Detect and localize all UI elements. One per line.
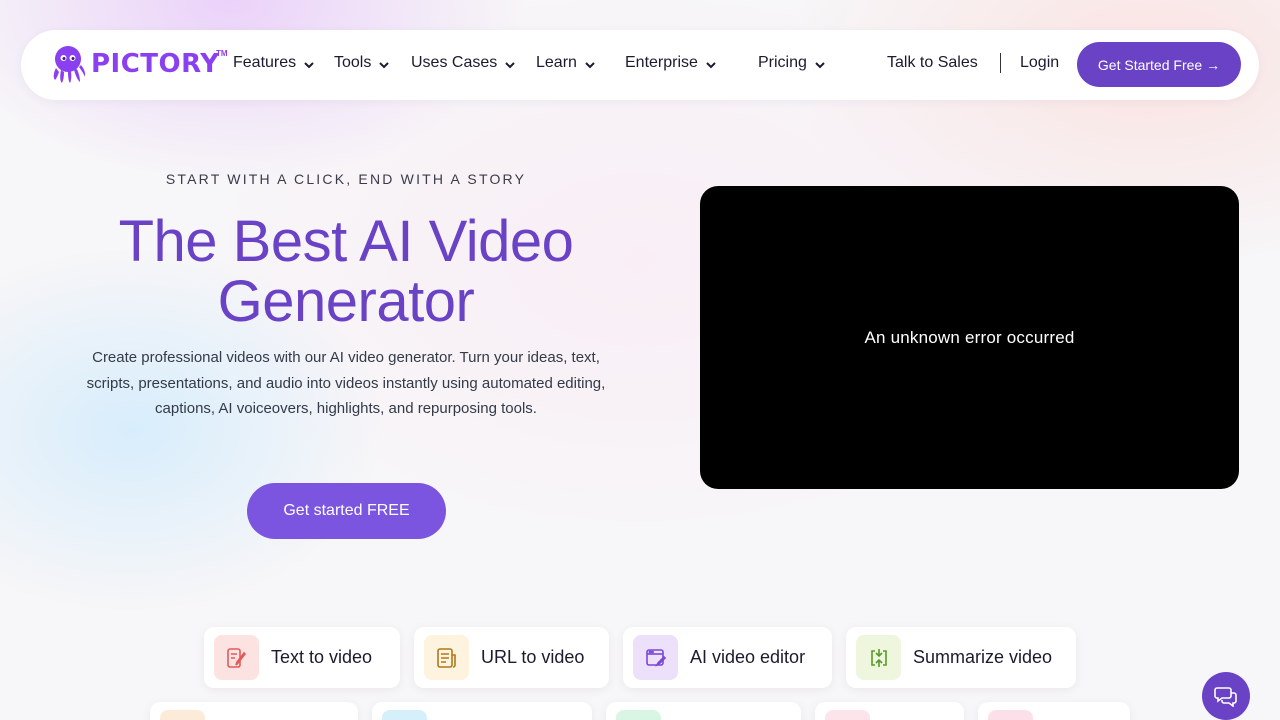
get-started-cta-button[interactable]: Get started FREE (247, 483, 446, 539)
login-link[interactable]: Login (1020, 54, 1059, 72)
hero-eyebrow: START WITH A CLICK, END WITH A STORY (165, 171, 527, 187)
chat-bubbles-icon (1214, 687, 1237, 707)
hero-title: The Best AI Video Generator (66, 212, 626, 332)
nav-tools[interactable]: Tools (334, 54, 390, 72)
chat-widget-button[interactable] (1202, 672, 1250, 720)
edit-window-icon (633, 635, 678, 680)
nav-divider (1000, 53, 1001, 73)
feature-card-label: AI video editor (690, 647, 806, 667)
feature-icon (382, 710, 427, 720)
nav-use-cases[interactable]: Uses Cases (411, 54, 515, 72)
chevron-down-icon (505, 62, 515, 69)
feature-card-label: Summarize video (913, 647, 1053, 667)
feature-icon (825, 710, 870, 720)
nav-enterprise[interactable]: Enterprise (625, 54, 716, 72)
feature-card-row2[interactable] (372, 702, 592, 720)
feature-card-url-to-video[interactable]: URL to video (414, 627, 609, 688)
nav-tools-label: Tools (334, 54, 372, 71)
chevron-down-icon (815, 62, 825, 69)
feature-card-ai-video-editor[interactable]: AI video editor (623, 627, 832, 688)
brand-name: PICTORY (91, 49, 220, 79)
nav-learn[interactable]: Learn (536, 54, 595, 72)
chevron-down-icon (379, 62, 390, 69)
feature-icon (988, 710, 1033, 720)
nav-use-cases-label: Uses Cases (411, 54, 498, 71)
chevron-down-icon (706, 62, 716, 69)
chevron-down-icon (304, 62, 314, 69)
feature-card-text-to-video[interactable]: Text to video (204, 627, 400, 688)
feature-card-label: URL to video (481, 647, 585, 667)
feature-card-row2[interactable] (978, 702, 1130, 720)
compress-icon (856, 635, 901, 680)
top-navbar: PICTORY TM Features Tools Uses Cases Lea… (21, 30, 1259, 100)
nav-pricing-label: Pricing (758, 54, 807, 71)
feature-icon (616, 710, 661, 720)
talk-to-sales-link[interactable]: Talk to Sales (887, 54, 978, 72)
octopus-logo-icon (53, 46, 86, 83)
pen-document-icon (214, 635, 259, 680)
nav-learn-label: Learn (536, 54, 577, 71)
feature-card-summarize-video[interactable]: Summarize video (846, 627, 1076, 688)
feature-card-row2[interactable] (150, 702, 358, 720)
hero-video-player[interactable]: An unknown error occurred (700, 186, 1239, 489)
hero-title-line-1: The Best AI Video (118, 209, 574, 274)
article-icon (424, 635, 469, 680)
feature-icon (160, 710, 205, 720)
feature-card-row2[interactable] (815, 702, 964, 720)
get-started-free-button[interactable]: Get Started Free → (1077, 42, 1241, 87)
trademark-mark: TM (216, 49, 228, 58)
feature-card-row2[interactable] (606, 702, 801, 720)
hero-title-line-2: Generator (217, 269, 475, 334)
nav-enterprise-label: Enterprise (625, 54, 698, 71)
hero-section: START WITH A CLICK, END WITH A STORY The… (0, 0, 1280, 720)
nav-pricing[interactable]: Pricing (758, 54, 825, 72)
nav-features[interactable]: Features (233, 54, 314, 72)
feature-card-label: Text to video (271, 647, 373, 667)
video-error-message: An unknown error occurred (864, 327, 1075, 347)
nav-features-label: Features (233, 54, 297, 71)
pictory-logo[interactable]: PICTORY TM (49, 44, 228, 84)
chevron-down-icon (585, 62, 595, 69)
hero-description: Create professional videos with our AI v… (86, 349, 606, 417)
